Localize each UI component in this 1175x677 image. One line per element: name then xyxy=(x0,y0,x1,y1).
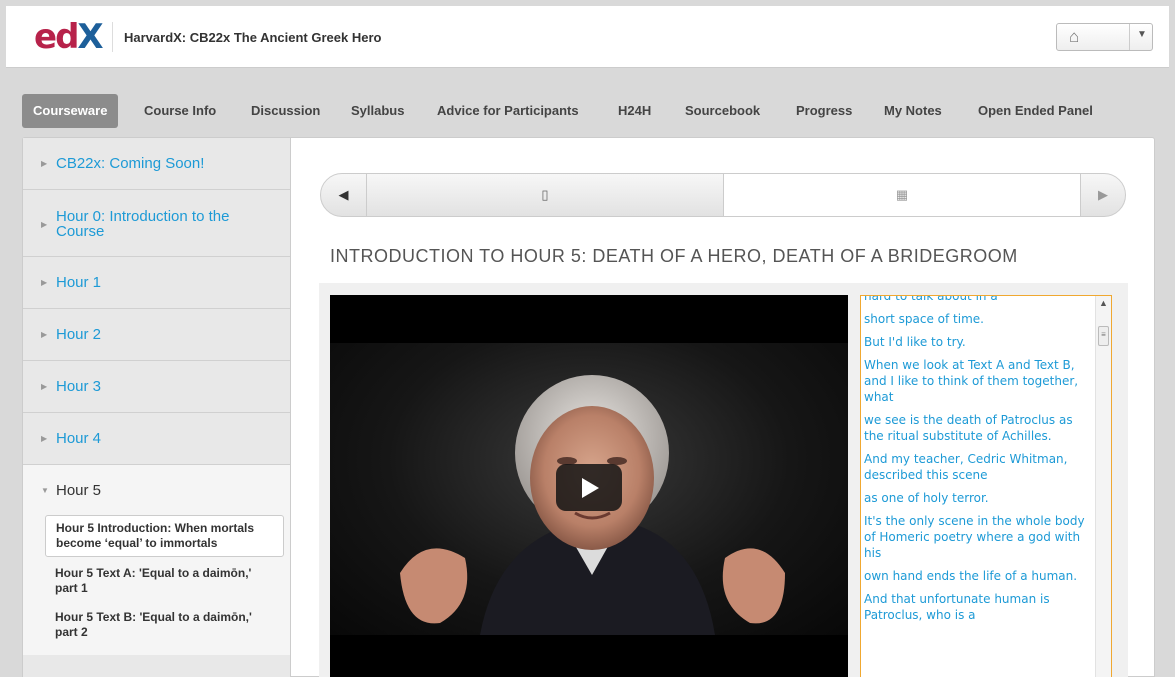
tab-my-notes[interactable]: My Notes xyxy=(884,94,942,128)
transcript-line[interactable]: When we look at Text A and Text B, and I… xyxy=(864,357,1096,405)
transcript-list: hard to talk about in a short space of t… xyxy=(864,296,1096,630)
right-arrow-icon: ▶ xyxy=(1098,187,1108,202)
chapter-hour-4[interactable]: ▶ Hour 4 xyxy=(23,413,290,465)
tab-courseware[interactable]: Courseware xyxy=(22,94,119,128)
chevron-down-icon: ▼ xyxy=(41,486,49,495)
video-icon: ▦ xyxy=(895,187,909,202)
chevron-right-icon: ▶ xyxy=(41,434,48,443)
previous-unit-button[interactable]: ◀ xyxy=(321,174,366,216)
course-title: HarvardX: CB22x The Ancient Greek Hero xyxy=(124,30,382,45)
subsection-hour-5-introduction[interactable]: Hour 5 Introduction: When mortals become… xyxy=(45,515,284,557)
top-header: edX HarvardX: CB22x The Ancient Greek He… xyxy=(6,6,1169,68)
scroll-up-arrow-icon[interactable]: ▲ xyxy=(1099,298,1108,308)
tab-h24h[interactable]: H24H xyxy=(618,94,651,128)
transcript-line[interactable]: short space of time. xyxy=(864,311,1096,327)
chapter-hour-0[interactable]: ▶ Hour 0: Introduction to the Course xyxy=(23,190,290,257)
scroll-thumb[interactable]: ≡ xyxy=(1098,326,1109,346)
hour-5-subsections: Hour 5 Introduction: When mortals become… xyxy=(23,515,290,655)
course-navigation-sidebar: ▶ CB22x: Coming Soon! ▶ Hour 0: Introduc… xyxy=(23,138,291,677)
chapter-coming-soon[interactable]: ▶ CB22x: Coming Soon! xyxy=(23,138,290,190)
chevron-right-icon: ▶ xyxy=(41,159,48,168)
edx-logo[interactable]: edX xyxy=(34,20,104,54)
chapter-hour-5[interactable]: ▼ Hour 5 xyxy=(23,465,290,515)
transcript-line[interactable]: hard to talk about in a xyxy=(864,296,1096,304)
transcript-panel[interactable]: hard to talk about in a short space of t… xyxy=(860,295,1112,677)
chapter-hour-2[interactable]: ▶ Hour 2 xyxy=(23,309,290,361)
sequence-item-video-active[interactable]: ▦ xyxy=(723,174,1081,216)
caret-down-icon[interactable]: ▼ xyxy=(1137,29,1147,40)
home-icon: ⌂ xyxy=(1069,27,1080,46)
document-icon: ▯ xyxy=(541,187,549,202)
chevron-right-icon: ▶ xyxy=(41,220,48,229)
next-unit-button[interactable]: ▶ xyxy=(1081,174,1125,216)
video-player[interactable] xyxy=(330,295,848,677)
transcript-line[interactable]: It's the only scene in the whole body of… xyxy=(864,513,1096,561)
transcript-line[interactable]: as one of holy terror. xyxy=(864,490,1096,506)
chevron-right-icon: ▶ xyxy=(41,278,48,287)
dropdown-divider xyxy=(1129,24,1130,50)
header-divider xyxy=(112,22,113,52)
tab-advice-for-participants[interactable]: Advice for Participants xyxy=(437,94,579,128)
play-button[interactable] xyxy=(556,464,622,511)
chapter-hour-1[interactable]: ▶ Hour 1 xyxy=(23,257,290,309)
transcript-scrollbar[interactable]: ▲ ≡ xyxy=(1095,296,1111,677)
transcript-line[interactable]: But I'd like to try. xyxy=(864,334,1096,350)
chevron-right-icon: ▶ xyxy=(41,330,48,339)
transcript-line[interactable]: And that unfortunate human is Patroclus,… xyxy=(864,591,1096,623)
chapter-hour-3[interactable]: ▶ Hour 3 xyxy=(23,361,290,413)
tab-discussion[interactable]: Discussion xyxy=(251,94,320,128)
transcript-line[interactable]: own hand ends the life of a human. xyxy=(864,568,1096,584)
tab-syllabus[interactable]: Syllabus xyxy=(351,94,404,128)
tab-progress[interactable]: Progress xyxy=(796,94,852,128)
left-arrow-icon: ◀ xyxy=(338,187,349,202)
video-module: hard to talk about in a short space of t… xyxy=(319,283,1128,677)
tab-open-ended-panel[interactable]: Open Ended Panel xyxy=(978,94,1093,128)
subsection-hour-5-text-a[interactable]: Hour 5 Text A: 'Equal to a daimōn,' part… xyxy=(45,561,284,601)
courseware-panel: ▶ CB22x: Coming Soon! ▶ Hour 0: Introduc… xyxy=(22,137,1155,677)
chevron-right-icon: ▶ xyxy=(41,382,48,391)
transcript-line[interactable]: And my teacher, Cedric Whitman, describe… xyxy=(864,451,1096,483)
transcript-line[interactable]: we see is the death of Patroclus as the … xyxy=(864,412,1096,444)
tab-course-info[interactable]: Course Info xyxy=(144,94,216,128)
tab-sourcebook[interactable]: Sourcebook xyxy=(685,94,760,128)
home-dropdown-button[interactable]: ⌂ ▼ xyxy=(1056,23,1153,51)
subsection-hour-5-text-b[interactable]: Hour 5 Text B: 'Equal to a daimōn,' part… xyxy=(45,605,284,645)
sequence-navigation: ◀ ▯ ▦ ▶ xyxy=(320,173,1126,217)
unit-title: INTRODUCTION TO HOUR 5: DEATH OF A HERO,… xyxy=(330,246,1018,266)
sequence-item-text[interactable]: ▯ xyxy=(366,174,723,216)
